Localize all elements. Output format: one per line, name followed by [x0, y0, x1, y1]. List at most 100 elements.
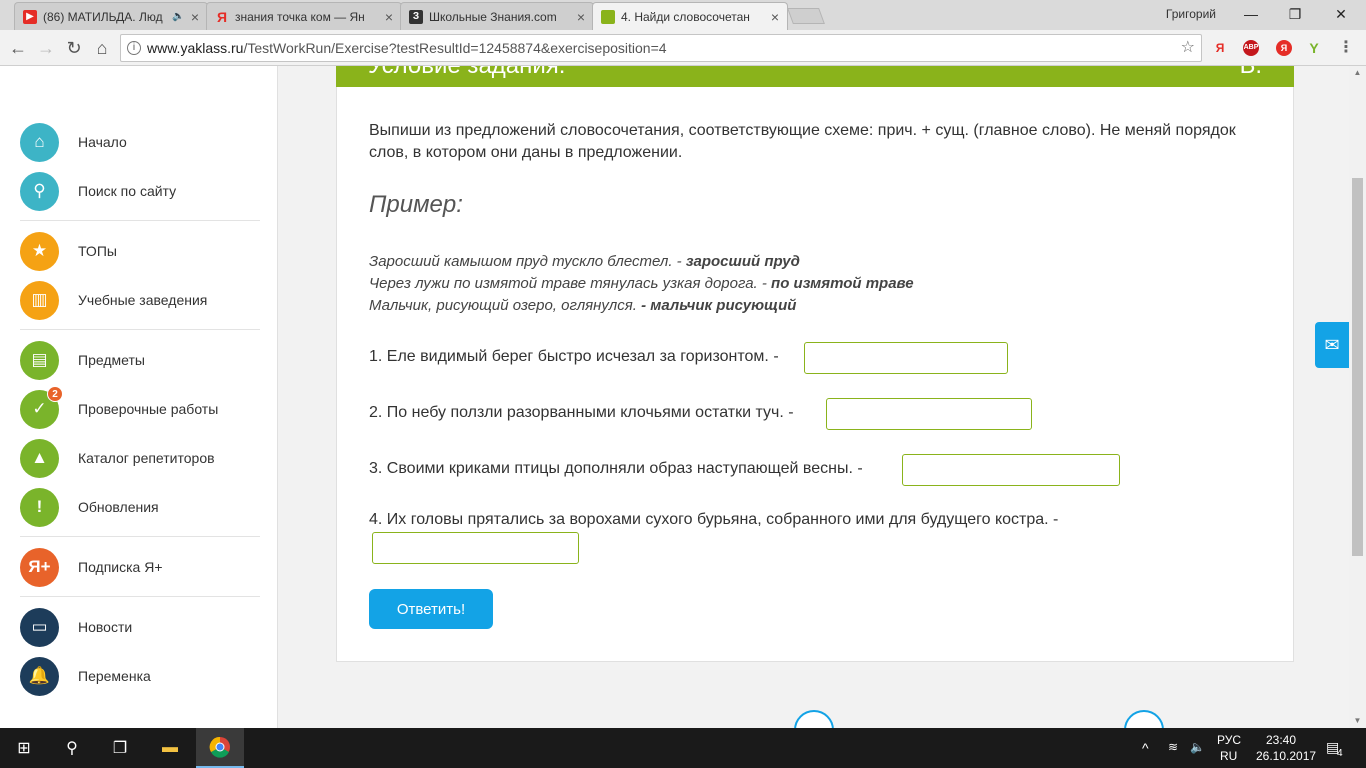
menu-icon[interactable]: ⋮	[1338, 40, 1354, 56]
chrome-icon[interactable]	[196, 728, 244, 768]
question-1: 1. Еле видимый берег быстро исчезал за г…	[369, 348, 779, 365]
example-heading: Пример:	[369, 191, 463, 218]
new-tab-button[interactable]	[787, 8, 825, 24]
address-bar[interactable]: i www.yaklass.ru/TestWorkRun/Exercise?te…	[120, 34, 1202, 62]
sidebar-item-subscription[interactable]: Я+ Подписка Я+	[20, 547, 260, 587]
url-host: www.yaklass.ru	[147, 40, 244, 56]
forward-icon[interactable]: →	[34, 36, 58, 60]
search-icon[interactable]: ⚲	[48, 728, 96, 768]
scrollbar-thumb[interactable]	[1352, 178, 1363, 556]
close-icon[interactable]: ×	[385, 9, 393, 25]
reload-icon[interactable]: ↻	[62, 36, 86, 60]
tab-yaklass[interactable]: 4. Найди словосочетан ×	[592, 2, 788, 30]
example-line: Через лужи по измятой траве тянулась узк…	[369, 275, 914, 292]
check-icon: ✓ 2	[20, 385, 63, 429]
exercise-header-points: Б.	[1240, 66, 1262, 80]
tab-title: Школьные Знания.com	[429, 9, 557, 24]
sidebar-divider	[20, 596, 260, 597]
book-icon: ▤	[20, 340, 59, 380]
tray-chevron-icon[interactable]: ^	[1142, 740, 1149, 756]
question-2: 2. По небу ползли разорванными клочьями …	[369, 404, 794, 421]
adblock-icon[interactable]: ABP	[1243, 40, 1259, 56]
bell-icon: 🔔	[20, 656, 59, 696]
sidebar-item-tops[interactable]: ★ ТОПы	[20, 231, 260, 271]
sidebar-item-label: Поиск по сайту	[78, 183, 177, 199]
example-line: Мальчик, рисующий озеро, оглянулся. - ма…	[369, 297, 797, 314]
tab-znanija[interactable]: З Школьные Знания.com ×	[400, 2, 594, 30]
yandex-ext-icon[interactable]: Я	[1212, 40, 1228, 56]
speaker-icon[interactable]: 🔈	[172, 11, 184, 22]
exercise-header: Условие задания: Б.	[336, 66, 1294, 87]
sidebar-item-label: ТОПы	[78, 243, 117, 259]
language-top[interactable]: РУС	[1217, 733, 1241, 747]
example-line: Заросший камышом пруд тускло блестел. - …	[369, 253, 800, 270]
sidebar-item-tests[interactable]: ✓ 2 Проверочные работы	[20, 385, 260, 429]
answer-input-2[interactable]	[826, 398, 1032, 430]
mail-icon[interactable]: ✉	[1315, 322, 1349, 368]
znanija-icon: З	[409, 9, 423, 24]
windows-start-icon[interactable]: ⊞	[0, 728, 48, 768]
minimize-icon[interactable]: —	[1228, 3, 1274, 25]
url-path: /TestWorkRun/Exercise?testResultId=12458…	[243, 40, 667, 56]
profile-name[interactable]: Григорий	[1166, 7, 1216, 21]
sidebar-item-schools[interactable]: ▥ Учебные заведения	[20, 280, 260, 320]
scrollbar[interactable]: ▲ ▼	[1349, 66, 1366, 728]
network-icon[interactable]: ≋	[1168, 740, 1178, 754]
file-explorer-icon[interactable]: ▬	[146, 728, 194, 768]
close-icon[interactable]: ×	[577, 9, 585, 25]
sidebar-item-break[interactable]: 🔔 Переменка	[20, 656, 260, 696]
home-icon: ⌂	[20, 122, 59, 162]
scroll-down-icon[interactable]: ▼	[1349, 714, 1366, 728]
restore-icon[interactable]: ❐	[1272, 3, 1318, 25]
yandex-icon: Я	[216, 8, 228, 25]
sidebar-item-tutors[interactable]: ▲ Каталог репетиторов	[20, 438, 260, 478]
sidebar-item-updates[interactable]: ! Обновления	[20, 487, 260, 527]
graduation-cap-icon: ▲	[20, 438, 59, 478]
close-icon[interactable]: ×	[191, 9, 199, 25]
sidebar-item-subjects[interactable]: ▤ Предметы	[20, 340, 260, 380]
notification-count: 4	[1337, 748, 1343, 759]
scroll-up-icon[interactable]: ▲	[1349, 66, 1366, 80]
submit-button[interactable]: Ответить!	[369, 589, 493, 629]
volume-icon[interactable]: 🔈	[1190, 740, 1205, 754]
sidebar-divider	[20, 536, 260, 537]
browser-tab-strip: ▶ (86) МАТИЛЬДА. Люд 🔈 × Я знания точка …	[0, 0, 1366, 30]
answer-input-4[interactable]	[372, 532, 579, 564]
sidebar-item-label: Каталог репетиторов	[78, 450, 215, 466]
sidebar-item-home[interactable]: ⌂ Начало	[20, 122, 260, 162]
sidebar-item-label: Подписка Я+	[78, 559, 163, 575]
info-icon[interactable]: i	[127, 41, 141, 55]
extension-icon[interactable]: Y	[1306, 40, 1322, 56]
notification-badge: 2	[47, 385, 63, 402]
yandex-ext2-icon[interactable]: Я	[1276, 40, 1292, 56]
close-window-icon[interactable]: ✕	[1318, 3, 1364, 25]
tab-yandex[interactable]: Я знания точка ком — Ян ×	[206, 2, 402, 30]
exercise-header-title: Условие задания:	[368, 66, 565, 80]
news-icon: ▭	[20, 607, 59, 647]
tab-title: знания точка ком — Ян	[235, 9, 365, 24]
sidebar-item-label: Переменка	[78, 668, 151, 684]
sidebar-item-label: Начало	[78, 134, 127, 150]
answer-input-3[interactable]	[902, 454, 1120, 486]
clock-time[interactable]: 23:40	[1266, 733, 1296, 747]
answer-input-1[interactable]	[804, 342, 1008, 374]
clock-date[interactable]: 26.10.2017	[1256, 749, 1316, 763]
tab-title: 4. Найди словосочетан	[621, 9, 750, 24]
back-icon[interactable]: ←	[6, 36, 30, 60]
sidebar-divider	[20, 220, 260, 221]
bookmark-star-icon[interactable]: ☆	[1181, 35, 1195, 61]
sidebar-item-news[interactable]: ▭ Новости	[20, 607, 260, 647]
task-view-icon[interactable]: ❐	[96, 728, 144, 768]
yaklass-icon	[601, 9, 615, 24]
exercise-card: Выпиши из предложений словосочетания, со…	[336, 87, 1294, 662]
windows-taskbar: ⊞ ⚲ ❐ ▬ ^ ≋ 🔈 РУС RU 23:40 26.10.2017 ▤ …	[0, 728, 1366, 768]
question-3: 3. Своими криками птицы дополняли образ …	[369, 460, 863, 477]
sidebar-item-label: Проверочные работы	[78, 401, 219, 417]
language-bottom[interactable]: RU	[1220, 749, 1237, 763]
sidebar-item-label: Предметы	[78, 352, 145, 368]
home-button-icon[interactable]: ⌂	[90, 36, 114, 60]
close-icon[interactable]: ×	[771, 9, 779, 25]
sidebar-item-search[interactable]: ⚲ Поиск по сайту	[20, 171, 260, 211]
search-icon: ⚲	[20, 171, 59, 211]
tab-youtube[interactable]: ▶ (86) МАТИЛЬДА. Люд 🔈 ×	[14, 2, 208, 30]
